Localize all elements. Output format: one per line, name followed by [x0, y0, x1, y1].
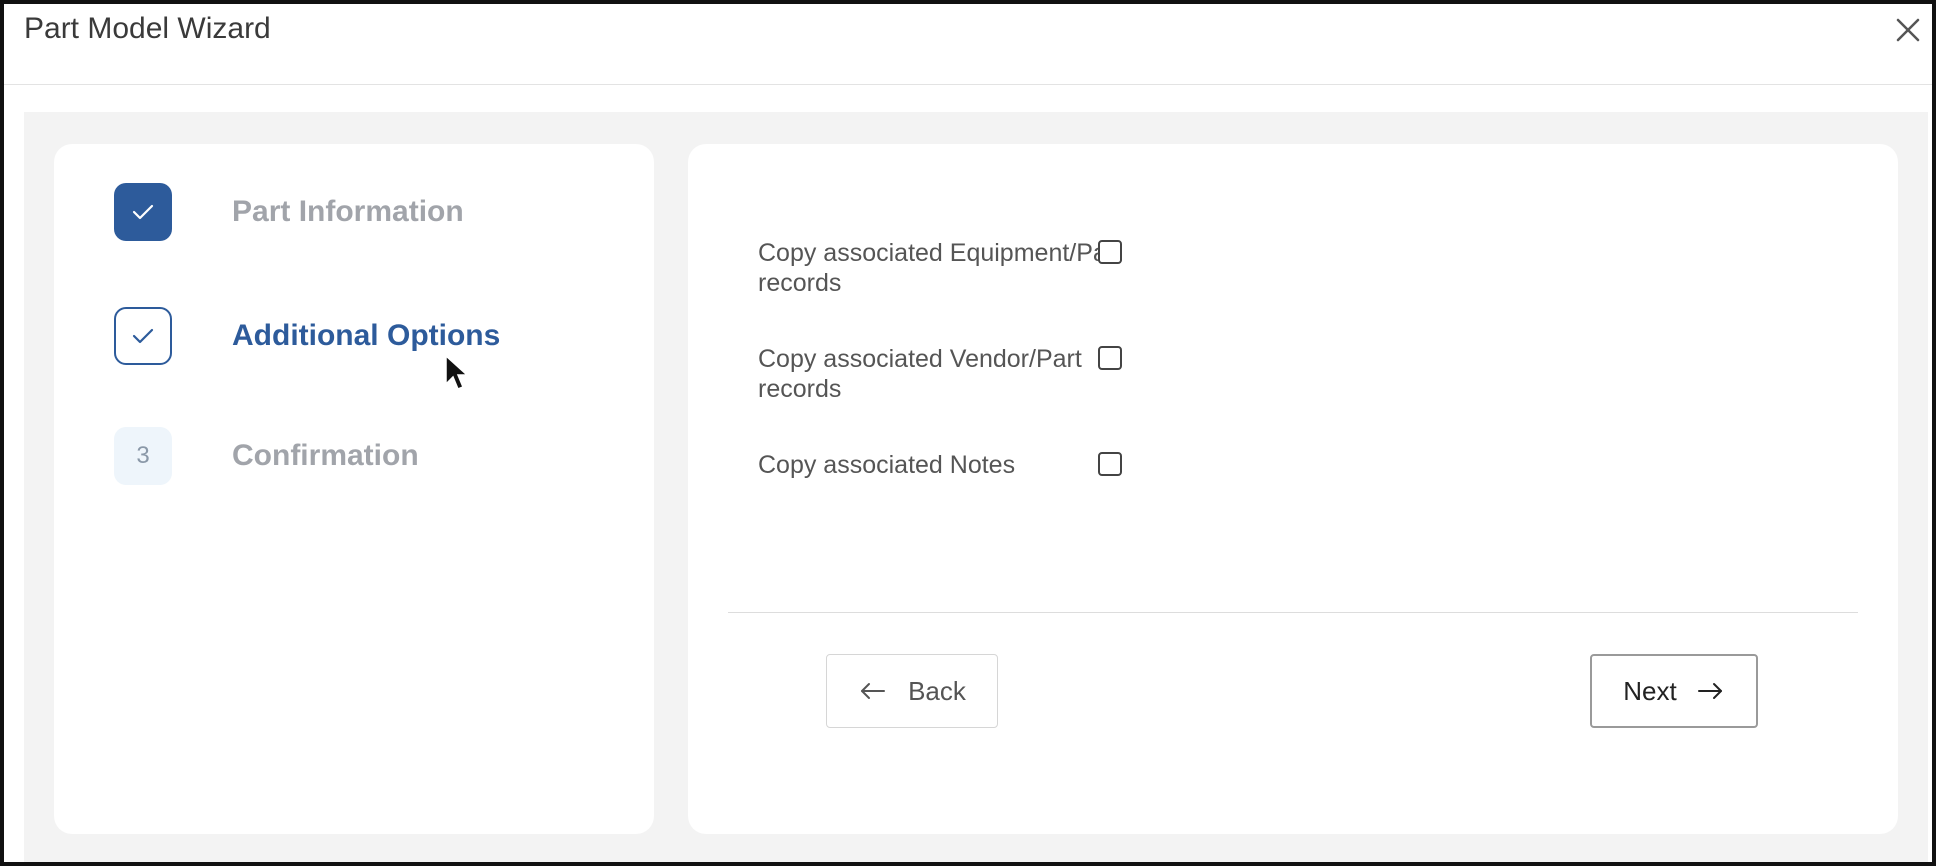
steps-panel: Part Information Additional Options 3 Co…: [54, 144, 654, 834]
step-badge-completed: [114, 183, 172, 241]
options-panel: Copy associated Equipment/Part records C…: [688, 144, 1898, 834]
option-label: Copy associated Vendor/Part records: [758, 345, 1082, 403]
mouse-cursor-icon: [445, 354, 468, 390]
close-button[interactable]: [1890, 12, 1926, 48]
step-label: Part Information: [232, 195, 464, 228]
close-icon: [1896, 18, 1920, 42]
check-icon: [132, 204, 154, 220]
step-number-badge: 3: [114, 427, 172, 485]
step-confirmation[interactable]: 3 Confirmation: [114, 426, 419, 486]
step-additional-options[interactable]: Additional Options: [114, 306, 500, 366]
step-badge-current: [114, 307, 172, 365]
back-button[interactable]: Back: [826, 654, 998, 728]
back-button-label: Back: [908, 675, 966, 706]
step-label: Confirmation: [232, 439, 419, 472]
check-icon: [132, 328, 154, 344]
next-button-label: Next: [1623, 675, 1677, 706]
notes-checkbox[interactable]: [1098, 452, 1122, 476]
step-label: Additional Options: [232, 319, 501, 352]
dialog-title: Part Model Wizard: [24, 12, 271, 45]
vendor-part-checkbox[interactable]: [1098, 346, 1122, 370]
dialog-header: Part Model Wizard: [4, 4, 1932, 85]
arrow-left-icon: [861, 683, 886, 699]
wizard-dialog: Part Model Wizard Part Information Addit…: [0, 0, 1936, 866]
next-button[interactable]: Next: [1590, 654, 1758, 728]
arrow-right-icon: [1697, 683, 1722, 699]
wizard-content: Part Information Additional Options 3 Co…: [24, 112, 1928, 862]
step-part-information[interactable]: Part Information: [114, 182, 464, 242]
divider: [728, 612, 1858, 613]
equipment-part-checkbox[interactable]: [1098, 240, 1122, 264]
option-label: Copy associated Notes: [758, 451, 1016, 479]
option-label: Copy associated Equipment/Part records: [758, 239, 1123, 297]
